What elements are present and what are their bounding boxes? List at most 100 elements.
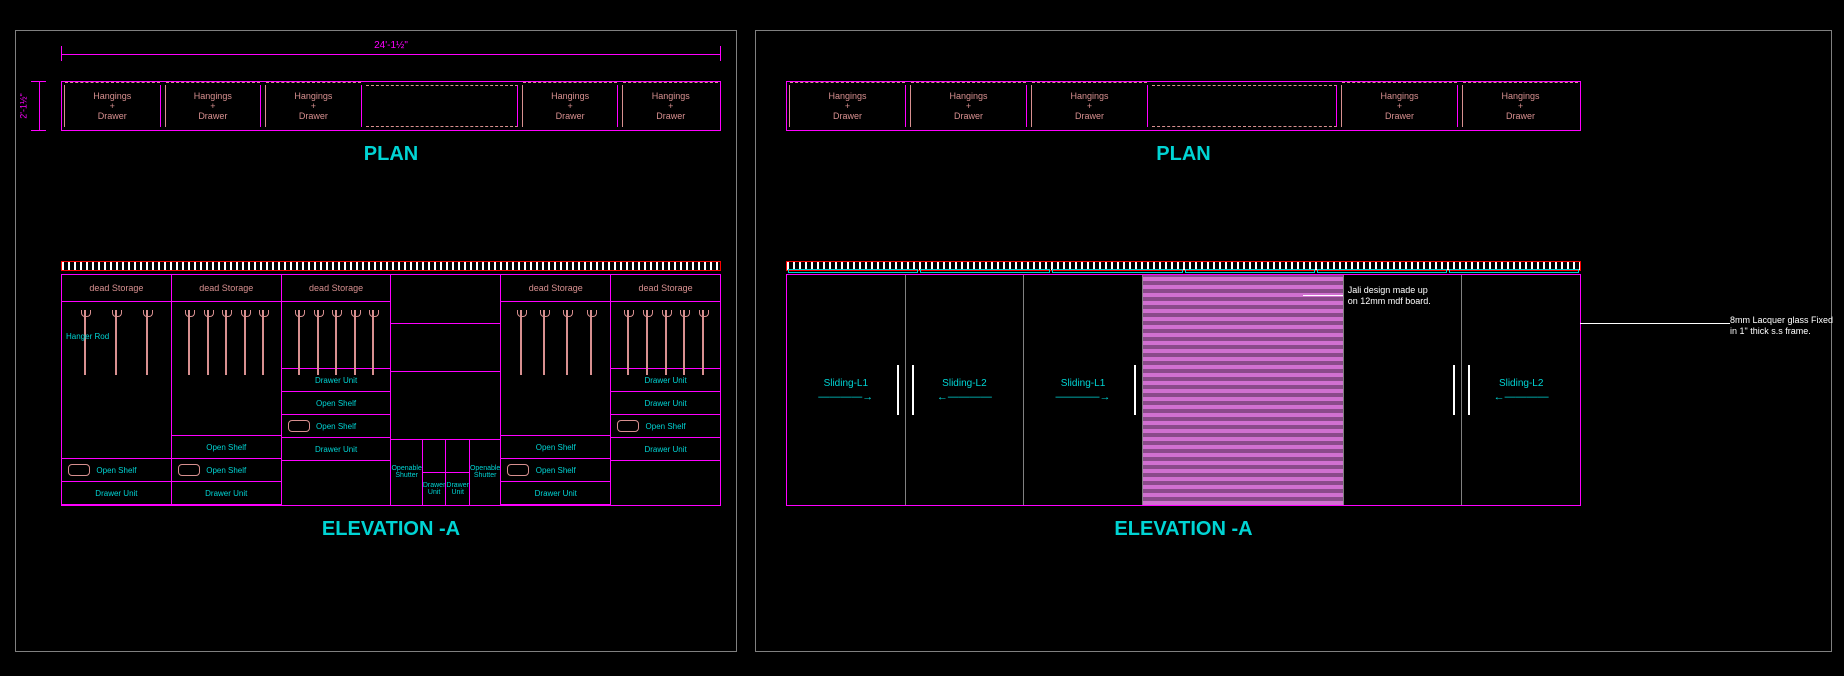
folded-icon xyxy=(178,464,200,476)
plan-cell: Hangings+Drawer xyxy=(165,85,262,127)
open-shelf-label: Open Shelf xyxy=(501,459,610,482)
leader-line xyxy=(1580,323,1730,324)
tv-unit-col: Openable Shutter Drawer Unit Drawer Unit… xyxy=(391,275,501,505)
door-handle-icon xyxy=(1468,365,1470,415)
folded-icon xyxy=(507,464,529,476)
plan-strip: Hangings+Drawer Hangings+Drawer Hangings… xyxy=(61,81,721,131)
dead-storage-label: dead Storage xyxy=(611,275,720,302)
elevation-frame-sliding: Sliding-L1 ————→ Sliding-L2 ←———— Slidin… xyxy=(786,274,1581,506)
door-handle-icon xyxy=(897,365,899,415)
sliding-track xyxy=(787,269,1580,273)
plan-cell: Hangings+Drawer xyxy=(1462,85,1578,127)
open-shelf-label: Open Shelf xyxy=(172,459,281,482)
sliding-door: Sliding-L2 ←———— xyxy=(906,275,1025,505)
hanging-area xyxy=(501,302,610,436)
sliding-door: Sliding-L1 ————→ xyxy=(787,275,906,505)
openable-shutter-label: Openable Shutter xyxy=(470,440,500,505)
open-shelf-label: Open Shelf xyxy=(282,392,391,415)
wardrobe-col: dead Storage Drawer Unit Open Shelf Open… xyxy=(282,275,392,505)
dim-depth-label: 2'-1½" xyxy=(19,93,29,118)
folded-icon xyxy=(288,420,310,432)
drawer-unit-label: Drawer Unit xyxy=(423,473,446,505)
dimension-depth: 2'-1½" xyxy=(31,81,46,131)
elevation-title: ELEVATION -A xyxy=(786,518,1581,541)
tv-lower-units: Openable Shutter Drawer Unit Drawer Unit… xyxy=(391,440,500,505)
open-shelf-label: Open Shelf xyxy=(62,459,171,482)
hanging-area xyxy=(282,302,391,369)
drawer-unit-label: Drawer Unit xyxy=(611,392,720,415)
plan-cell: Hangings+Drawer xyxy=(265,85,362,127)
wardrobe-col: dead Storage Open Shelf Open Shelf Drawe… xyxy=(172,275,282,505)
arrow-left-icon: ←———— xyxy=(937,391,992,403)
open-shelf-label: Open Shelf xyxy=(172,436,281,459)
hangers-icon xyxy=(180,310,273,375)
tv-shelf xyxy=(391,324,500,373)
plan-cell: Hangings+Drawer xyxy=(1031,85,1148,127)
arrow-left-icon: ←———— xyxy=(1494,391,1549,403)
hanging-area: Hanger Rod xyxy=(62,302,171,459)
plan-cell: Hangings+Drawer xyxy=(1341,85,1458,127)
leader-line xyxy=(1303,295,1343,296)
arrow-right-icon: ————→ xyxy=(818,391,873,403)
drawer-unit-label: Drawer Unit xyxy=(611,369,720,392)
plan-section-left: 24'-1½" 2'-1½" Hangings+Drawer Hangings+… xyxy=(61,61,721,166)
slide-label: Sliding-L1 xyxy=(1061,378,1105,389)
dim-width-label: 24'-1½" xyxy=(370,40,412,51)
wardrobe-col: dead Storage Drawer Unit Drawer Unit Ope… xyxy=(611,275,720,505)
plan-cell-mid xyxy=(1152,85,1337,127)
tv-lower-col: Openable Shutter xyxy=(391,440,422,505)
plan-cell: Hangings+Drawer xyxy=(789,85,906,127)
open-shelf-label: Open Shelf xyxy=(282,415,391,438)
hangers-icon xyxy=(70,310,163,375)
dead-storage-label: dead Storage xyxy=(282,275,391,302)
tv-lower-col: Openable Shutter xyxy=(470,440,500,505)
slide-label: Sliding-L1 xyxy=(824,378,868,389)
plan-cell: Hangings+Drawer xyxy=(622,85,718,127)
plan-title: PLAN xyxy=(61,143,721,166)
open-shelf-label: Open Shelf xyxy=(501,436,610,459)
plan-strip: Hangings+Drawer Hangings+Drawer Hangings… xyxy=(786,81,1581,131)
plan-section-right: Hangings+Drawer Hangings+Drawer Hangings… xyxy=(786,61,1581,166)
hanger-rod-label: Hanger Rod xyxy=(66,332,109,341)
hanging-area xyxy=(172,302,281,436)
elevation-section-left: dead Storage Hanger Rod Open Shelf Drawe… xyxy=(61,261,721,541)
dead-storage-label: dead Storage xyxy=(501,275,610,302)
ceiling-hatch xyxy=(61,261,721,271)
tv-lower-col: Drawer Unit xyxy=(446,440,470,505)
drawer-unit-label: Drawer Unit xyxy=(282,438,391,461)
folded-icon xyxy=(617,420,639,432)
drawer-unit-label: Drawer Unit xyxy=(611,438,720,461)
plan-title: PLAN xyxy=(786,143,1581,166)
folded-icon xyxy=(68,464,90,476)
drawer-unit-label: Drawer Unit xyxy=(501,482,610,505)
tv-opening xyxy=(391,372,500,440)
wardrobe-col: dead Storage Open Shelf Open Shelf Drawe… xyxy=(501,275,611,505)
tv-lower-col: Drawer Unit xyxy=(423,440,447,505)
drawer-unit-label: Drawer Unit xyxy=(62,482,171,505)
plan-cell-mid xyxy=(366,85,518,127)
hangers-icon xyxy=(290,310,383,375)
glass-note-text: 8mm Lacquer glass Fixed in 1" thick s.s … xyxy=(1730,315,1840,337)
door-handle-icon xyxy=(912,365,914,415)
door-handle-icon xyxy=(1134,365,1136,415)
door-handle-icon xyxy=(1453,365,1455,415)
slide-label: Sliding-L2 xyxy=(1499,378,1543,389)
sliding-door: Sliding-L1 ————→ xyxy=(1024,275,1143,505)
sliding-door xyxy=(1344,275,1463,505)
jali-panel: Jali design made up on 12mm mdf board. xyxy=(1143,275,1344,505)
open-shelf-label: Open Shelf xyxy=(611,415,720,438)
plan-cell: Hangings+Drawer xyxy=(522,85,619,127)
dead-storage-label: dead Storage xyxy=(62,275,171,302)
hangers-icon xyxy=(509,310,602,375)
tv-shelf xyxy=(391,275,500,324)
drawer-unit-label: Drawer Unit xyxy=(282,369,391,392)
drawing-right: Hangings+Drawer Hangings+Drawer Hangings… xyxy=(755,30,1832,652)
sliding-door: Sliding-L2 ←———— 8mm Lacquer glass Fixed… xyxy=(1462,275,1580,505)
drawing-left: 24'-1½" 2'-1½" Hangings+Drawer Hangings+… xyxy=(15,30,737,652)
plan-cell: Hangings+Drawer xyxy=(64,85,161,127)
wardrobe-col: dead Storage Hanger Rod Open Shelf Drawe… xyxy=(62,275,172,505)
elevation-frame-internal: dead Storage Hanger Rod Open Shelf Drawe… xyxy=(61,274,721,506)
arrow-right-icon: ————→ xyxy=(1056,391,1111,403)
slide-label: Sliding-L2 xyxy=(942,378,986,389)
hangers-icon xyxy=(619,310,712,375)
